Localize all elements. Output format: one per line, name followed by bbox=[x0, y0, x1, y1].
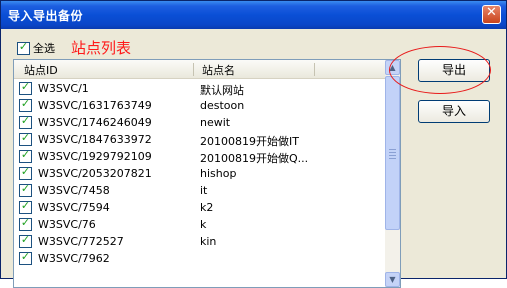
close-button[interactable]: ✕ bbox=[482, 5, 501, 24]
scrollbar-thumb[interactable] bbox=[385, 76, 400, 230]
site-list-annotation: 站点列表 bbox=[71, 39, 132, 57]
scroll-down-button[interactable]: ▼ bbox=[385, 272, 400, 287]
grip-line bbox=[389, 158, 396, 159]
checkbox-checked-icon[interactable] bbox=[19, 131, 32, 146]
site-id: W3SVC/772527 bbox=[38, 235, 124, 248]
grip-line bbox=[389, 149, 396, 150]
list-item[interactable]: W3SVC/1631763749 destoon bbox=[14, 97, 386, 114]
column-header-site-id[interactable]: 站点ID bbox=[24, 62, 58, 78]
checkbox-checked-icon[interactable] bbox=[19, 233, 32, 248]
site-id: W3SVC/7458 bbox=[38, 184, 110, 197]
site-id: W3SVC/1 bbox=[38, 82, 89, 95]
site-id: W3SVC/7962 bbox=[38, 252, 110, 265]
site-id: W3SVC/1929792109 bbox=[38, 150, 152, 163]
checkbox-checked-icon[interactable] bbox=[19, 250, 32, 265]
grip-line bbox=[389, 152, 396, 153]
site-name: destoon bbox=[200, 99, 245, 112]
checkbox-checked-icon[interactable] bbox=[19, 199, 32, 214]
list-item[interactable]: W3SVC/1746246049 newit bbox=[14, 114, 386, 131]
list-item[interactable]: W3SVC/1847633972 20100819开始做IT bbox=[14, 131, 386, 148]
close-icon: ✕ bbox=[486, 5, 497, 20]
site-list[interactable]: 站点ID 站点名 W3SVC/1 默认网站 W3SVC/1631763749 des… bbox=[13, 59, 401, 288]
list-item[interactable]: W3SVC/76 k bbox=[14, 216, 386, 233]
checkbox-checked-icon[interactable] bbox=[17, 40, 30, 55]
checkbox-checked-icon[interactable] bbox=[19, 165, 32, 180]
list-header: 站点ID 站点名 bbox=[14, 60, 386, 79]
checkbox-checked-icon[interactable] bbox=[19, 114, 32, 129]
site-id: W3SVC/1746246049 bbox=[38, 116, 152, 129]
window-title: 导入导出备份 bbox=[8, 9, 84, 23]
site-name: 20100819开始做Q... bbox=[200, 152, 309, 165]
title-bar[interactable]: 导入导出备份 ✕ bbox=[1, 1, 506, 29]
checkbox-checked-icon[interactable] bbox=[19, 97, 32, 112]
site-id: W3SVC/1847633972 bbox=[38, 133, 152, 146]
site-name: 20100819开始做IT bbox=[200, 135, 299, 148]
list-item[interactable]: W3SVC/7594 k2 bbox=[14, 199, 386, 216]
grip-line bbox=[389, 155, 396, 156]
site-id: W3SVC/7594 bbox=[38, 201, 110, 214]
site-id: W3SVC/76 bbox=[38, 218, 96, 231]
site-name: newit bbox=[200, 116, 231, 129]
checkbox-checked-icon[interactable] bbox=[19, 182, 32, 197]
select-all-checkbox[interactable]: 全选 bbox=[17, 40, 55, 56]
column-divider[interactable] bbox=[193, 63, 194, 76]
site-id: W3SVC/1631763749 bbox=[38, 99, 152, 112]
list-item[interactable]: W3SVC/2053207821 hishop bbox=[14, 165, 386, 182]
annotation-ellipse bbox=[389, 46, 491, 94]
site-name: it bbox=[200, 184, 208, 197]
site-name: k bbox=[200, 218, 207, 231]
site-name: kin bbox=[200, 235, 217, 248]
site-id: W3SVC/2053207821 bbox=[38, 167, 152, 180]
list-item[interactable]: W3SVC/1929792109 20100819开始做Q... bbox=[14, 148, 386, 165]
list-item[interactable]: W3SVC/772527 kin bbox=[14, 233, 386, 250]
chevron-down-icon: ▼ bbox=[389, 275, 396, 284]
list-item[interactable]: W3SVC/7458 it bbox=[14, 182, 386, 199]
column-header-site-name[interactable]: 站点名 bbox=[202, 62, 235, 78]
site-name: hishop bbox=[200, 167, 237, 180]
select-all-label: 全选 bbox=[33, 42, 55, 55]
list-item[interactable]: W3SVC/1 默认网站 bbox=[14, 80, 386, 97]
vertical-scrollbar[interactable]: ▲ ▼ bbox=[385, 60, 400, 287]
import-button[interactable]: 导入 bbox=[418, 100, 490, 123]
dialog-body: 全选 站点列表 站点ID 站点名 W3SVC/1 默认网站 W3SVC/16317… bbox=[1, 29, 506, 288]
checkbox-checked-icon[interactable] bbox=[19, 80, 32, 95]
checkbox-checked-icon[interactable] bbox=[19, 216, 32, 231]
dialog-window: 导入导出备份 ✕ 全选 站点列表 站点ID 站点名 W3SVC/1 默认网站 W3… bbox=[0, 0, 507, 288]
site-name: k2 bbox=[200, 201, 214, 214]
list-item[interactable]: W3SVC/7962 bbox=[14, 250, 386, 267]
site-name: 默认网站 bbox=[200, 84, 244, 97]
column-divider[interactable] bbox=[314, 63, 315, 76]
checkbox-checked-icon[interactable] bbox=[19, 148, 32, 163]
